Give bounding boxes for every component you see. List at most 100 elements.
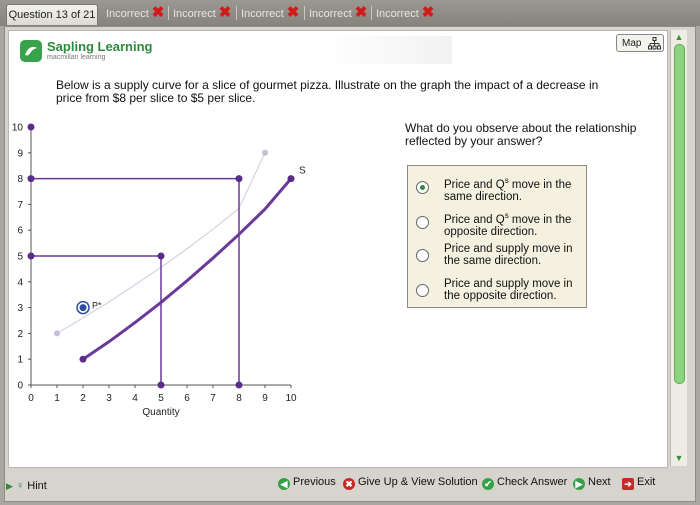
give-up-x-icon: ✖ <box>343 478 355 490</box>
exit-label: Exit <box>637 476 656 488</box>
bottom-nav: ◀ Previous ✖ Give Up & View Solution ✔ Chec… <box>8 470 670 492</box>
follow-up-question: What do you observe about the relationsh… <box>405 121 637 148</box>
give-up-button[interactable]: ✖ Give Up & View Solution <box>343 474 478 490</box>
y-tick-label: 9 <box>17 148 23 159</box>
next-arrow-icon: ▶ <box>573 478 585 490</box>
price-line-handle[interactable] <box>235 381 243 389</box>
y-tick-label: 8 <box>17 174 23 185</box>
attempt-divider <box>168 6 169 20</box>
previous-button[interactable]: ◀ Previous <box>278 474 336 490</box>
x-tick-label: 8 <box>236 393 242 404</box>
supply-curve[interactable] <box>82 177 293 361</box>
attempt-divider <box>371 6 372 20</box>
attempt-result[interactable]: Incorrect ✖ <box>309 5 367 21</box>
scroll-up-arrow-icon[interactable]: ▲ <box>673 32 685 42</box>
x-tick-label: 0 <box>28 393 34 404</box>
attempt-label: Incorrect <box>376 8 419 20</box>
check-answer-button[interactable]: ✔ Check Answer <box>482 474 567 490</box>
incorrect-x-icon: ✖ <box>218 4 232 21</box>
x-tick-label: 5 <box>158 393 164 404</box>
choice-text: Price and supply move in the same direct… <box>444 243 584 267</box>
movable-point-label: P* <box>92 301 102 311</box>
x-tick-label: 7 <box>210 393 216 404</box>
price-line-handle[interactable] <box>157 252 165 260</box>
choice-text-part: Price and Q <box>444 213 505 226</box>
price-line-handle[interactable] <box>27 252 35 260</box>
faint-curve-endpoint <box>54 330 60 337</box>
x-tick-label: 3 <box>106 393 112 404</box>
price-line-handle[interactable] <box>235 175 243 183</box>
choice-text: Price and Qs move in the opposite direct… <box>444 210 584 238</box>
radio-selected[interactable] <box>416 181 429 194</box>
attempt-label: Incorrect <box>173 8 216 20</box>
radio-button[interactable] <box>416 249 429 262</box>
scrollbar[interactable]: ▲ ▼ <box>670 30 687 466</box>
next-label: Next <box>588 476 611 488</box>
y-tick-label: 2 <box>17 329 23 340</box>
choice-text-part: Price and supply move in the same direct… <box>444 243 573 267</box>
brand-tagline: macmillan learning <box>47 54 106 61</box>
incorrect-x-icon: ✖ <box>354 4 368 21</box>
x-tick-label: 1 <box>54 393 60 404</box>
give-up-label: Give Up & View Solution <box>358 476 478 488</box>
y-tick-label: 5 <box>17 252 23 263</box>
attempt-result[interactable]: Incorrect ✖ <box>173 5 231 21</box>
axis-top-handle[interactable] <box>27 123 35 131</box>
x-axis-label: Quantity <box>142 407 179 418</box>
scroll-down-arrow-icon[interactable]: ▼ <box>673 453 685 463</box>
check-icon: ✔ <box>482 478 494 490</box>
map-button[interactable]: Map <box>616 34 664 52</box>
attempt-label: Incorrect <box>241 8 284 20</box>
y-tick-label: 6 <box>17 226 23 237</box>
previous-arrow-icon: ◀ <box>278 478 290 490</box>
previous-label: Previous <box>293 476 336 488</box>
exit-button[interactable]: ➔ Exit <box>622 474 655 490</box>
radio-button[interactable] <box>416 216 429 229</box>
y-tick-label: 0 <box>17 381 23 392</box>
map-label: Map <box>622 38 642 49</box>
attempt-label: Incorrect <box>309 8 352 20</box>
attempt-result[interactable]: Incorrect ✖ <box>376 5 434 21</box>
answer-choice[interactable]: Price and Qs move in the same direction. <box>408 171 586 203</box>
supply-curve-endpoint[interactable] <box>287 175 295 183</box>
attempt-result[interactable]: Incorrect ✖ <box>241 5 299 21</box>
answer-choices: Price and Qs move in the same direction.… <box>407 165 587 308</box>
supply-curve-label: S <box>299 166 306 177</box>
y-tick-label: 1 <box>17 355 23 366</box>
attempt-divider <box>304 6 305 20</box>
sitemap-icon <box>648 37 661 50</box>
incorrect-x-icon: ✖ <box>286 4 300 21</box>
faint-curve-endpoint <box>262 149 268 156</box>
incorrect-x-icon: ✖ <box>421 4 435 21</box>
scroll-thumb[interactable] <box>674 44 685 384</box>
choice-text: Price and Qs move in the same direction. <box>444 175 584 203</box>
movable-point-dot[interactable] <box>79 304 87 312</box>
supply-chart[interactable]: 0 1 2 3 4 5 6 7 8 9 10 0 1 2 3 4 5 6 7 8 9 10 Quantity S P* <box>10 118 310 419</box>
answer-choice[interactable]: Price and supply move in the same direct… <box>408 239 586 271</box>
top-bar: Question 13 of 21 Incorrect ✖ Incorrect ✖ In… <box>0 0 700 26</box>
question-prompt: Below is a supply curve for a slice of g… <box>56 78 599 105</box>
next-button[interactable]: ▶ Next <box>573 474 611 490</box>
choice-text: Price and supply move in the opposite di… <box>444 278 584 302</box>
question-tab[interactable]: Question 13 of 21 <box>6 4 98 25</box>
y-tick-label: 7 <box>17 200 23 211</box>
answer-choice[interactable]: Price and supply move in the opposite di… <box>408 274 586 306</box>
answer-choice[interactable]: Price and Qs move in the opposite direct… <box>408 206 586 238</box>
sapling-logo-icon <box>20 40 42 62</box>
choice-text-part: Price and Q <box>444 178 505 191</box>
x-tick-label: 6 <box>184 393 190 404</box>
radio-button[interactable] <box>416 284 429 297</box>
y-tick-label: 10 <box>12 123 24 134</box>
supply-curve-endpoint[interactable] <box>79 355 87 363</box>
attempt-divider <box>236 6 237 20</box>
x-tick-label: 10 <box>285 393 297 404</box>
price-line-handle[interactable] <box>157 381 165 389</box>
x-tick-label: 9 <box>262 393 268 404</box>
choice-text-part: Price and supply move in the opposite di… <box>444 278 573 302</box>
incorrect-x-icon: ✖ <box>151 4 165 21</box>
attempt-result[interactable]: Incorrect ✖ <box>106 5 164 21</box>
price-line-handle[interactable] <box>27 175 35 183</box>
y-tick-label: 4 <box>17 277 23 288</box>
y-tick-label: 3 <box>17 303 23 314</box>
x-tick-label: 2 <box>80 393 86 404</box>
